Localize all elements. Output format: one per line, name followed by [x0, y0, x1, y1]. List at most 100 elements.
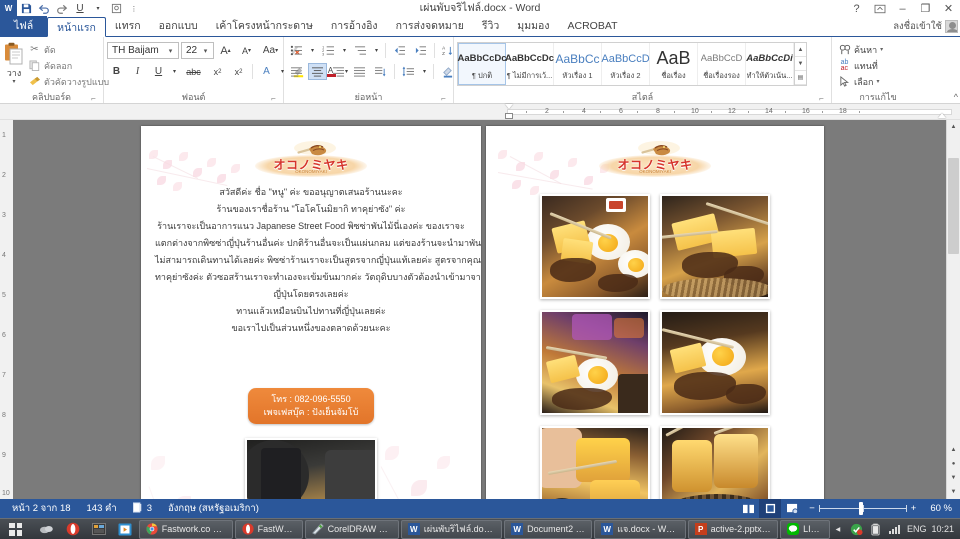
tab-file[interactable]: ไฟล์: [0, 16, 48, 36]
shrink-font-button[interactable]: A ▾: [237, 42, 256, 59]
change-case-button[interactable]: Aa ▾: [258, 42, 283, 59]
battery-icon[interactable]: [869, 522, 883, 536]
chevron-down-icon[interactable]: ▾: [340, 42, 349, 59]
browse-object-icon[interactable]: ●: [947, 457, 960, 471]
taskbar-window-coreldraw[interactable]: CorelDRAW X...: [304, 519, 399, 539]
underline-button[interactable]: U: [149, 63, 168, 80]
tab-references[interactable]: การอ้างอิง: [322, 16, 387, 36]
undo-icon[interactable]: [35, 0, 53, 17]
zoom-slider[interactable]: − +: [803, 502, 922, 515]
font-name-combobox[interactable]: TH Baijam ▾: [107, 42, 179, 59]
select-button[interactable]: เลือก ▾: [835, 74, 886, 89]
replace-button[interactable]: ab ac แทนที่: [835, 58, 886, 73]
chevron-down-icon[interactable]: ▾: [308, 42, 317, 59]
taskbar-window-line[interactable]: LINE: [780, 519, 830, 539]
page2-photo[interactable]: [540, 194, 650, 299]
tab-page-layout[interactable]: เค้าโครงหน้ากระดาษ: [207, 16, 322, 36]
customize-qat-icon[interactable]: ⋮: [125, 0, 143, 17]
paragraph-dialog-launcher[interactable]: ⌐: [439, 93, 448, 103]
scroll-up-icon[interactable]: ▲: [947, 120, 960, 134]
align-left-icon[interactable]: [287, 63, 306, 80]
chevron-down-icon[interactable]: ▾: [89, 0, 107, 17]
multilevel-list-icon[interactable]: [351, 42, 370, 59]
document-page-1[interactable]: オコノミヤキ OKONOMIYAKI สวัสดีค่ะ ชื่อ "หนู" …: [141, 126, 481, 499]
vertical-ruler[interactable]: 1 2 3 4 5 6 7 8 9 10 11: [0, 120, 13, 499]
document-page-2[interactable]: オコノミヤキ OKONOMIYAKI: [486, 126, 824, 499]
style-item-normal[interactable]: AaBbCcDc ¶ ปกติ: [457, 43, 507, 85]
restore-button[interactable]: ❐: [914, 0, 937, 17]
scrollbar-thumb[interactable]: [948, 158, 959, 254]
minimize-button[interactable]: –: [891, 0, 914, 17]
read-mode-icon[interactable]: [737, 499, 759, 518]
language-indicator[interactable]: อังกฤษ (สหรัฐอเมริกา): [160, 501, 267, 516]
page2-photo[interactable]: [660, 310, 770, 415]
tab-home[interactable]: หน้าแรก: [47, 17, 106, 37]
decrease-indent-icon[interactable]: [390, 42, 409, 59]
zoom-thumb[interactable]: [858, 502, 863, 515]
opera-icon[interactable]: [60, 519, 86, 539]
styles-dialog-launcher[interactable]: ⌐: [817, 93, 826, 103]
tab-insert[interactable]: แทรก: [106, 16, 150, 36]
zoom-track[interactable]: [818, 502, 907, 515]
left-indent-marker[interactable]: [505, 113, 513, 119]
text-effects-button[interactable]: A: [257, 63, 276, 80]
tab-acrobat[interactable]: ACROBAT: [559, 16, 627, 36]
bold-button[interactable]: B: [107, 63, 126, 80]
chevron-down-icon[interactable]: ▾: [170, 63, 179, 80]
tray-expand-icon[interactable]: ◀: [831, 522, 845, 536]
player-icon[interactable]: [112, 519, 138, 539]
chevron-down-icon[interactable]: ▾: [372, 42, 381, 59]
page2-photo[interactable]: [660, 426, 770, 499]
styles-more-icon[interactable]: ▤: [795, 71, 806, 85]
print-layout-icon[interactable]: [759, 499, 782, 518]
cut-button[interactable]: ✂ ตัด: [25, 42, 112, 57]
page2-photo[interactable]: [540, 426, 650, 499]
strikethrough-button[interactable]: abc: [181, 63, 206, 80]
justify-icon[interactable]: [350, 63, 369, 80]
styles-scroll-up-icon[interactable]: ▲: [795, 43, 806, 57]
italic-button[interactable]: I: [128, 63, 147, 80]
align-right-icon[interactable]: [329, 63, 348, 80]
superscript-button[interactable]: x2: [229, 63, 248, 80]
help-button[interactable]: ?: [845, 0, 868, 17]
language-indicator[interactable]: ENG: [907, 524, 927, 534]
redo-icon[interactable]: [53, 0, 71, 17]
chevron-down-icon[interactable]: ▾: [880, 46, 883, 53]
scrollbar-track[interactable]: [947, 134, 960, 443]
cloud-icon[interactable]: [34, 519, 60, 539]
subscript-button[interactable]: x2: [208, 63, 227, 80]
chevron-down-icon[interactable]: ▾: [876, 78, 879, 85]
paste-button[interactable]: วาง ▾: [3, 41, 25, 85]
taskbar-window-fastwork[interactable]: FastWork: [234, 519, 303, 539]
copy-button[interactable]: คัดลอก: [25, 58, 112, 73]
tab-design[interactable]: ออกแบบ: [150, 16, 207, 36]
avatar[interactable]: [945, 20, 958, 33]
chevron-down-icon[interactable]: ▾: [200, 47, 211, 55]
grow-font-button[interactable]: A ▴: [216, 42, 235, 59]
find-button[interactable]: ค้นหา ▾: [835, 42, 886, 57]
page-indicator[interactable]: หน้า 2 จาก 18: [4, 501, 79, 516]
taskbar-window-brochure-docx[interactable]: W เผ่นพับริไฟล์.doc...: [400, 519, 503, 539]
word-count[interactable]: 143 คำ: [79, 501, 125, 516]
chevron-down-icon[interactable]: ▾: [420, 63, 429, 80]
taskbar-window-fastwork-co[interactable]: Fastwork.co แ...: [138, 519, 233, 539]
save-icon[interactable]: [17, 0, 35, 17]
style-item-subtitle[interactable]: AaBbCcD ชื่อเรื่องรอง: [698, 43, 746, 85]
bullet-list-icon[interactable]: [287, 42, 306, 59]
contact-callout-box[interactable]: โทร : 082-096-5550 เพจเฟสบุ๊ค : ปังเย็นจ…: [248, 388, 374, 424]
chevron-down-icon[interactable]: ▾: [165, 47, 176, 55]
clipboard-dialog-launcher[interactable]: ⌐: [89, 93, 98, 103]
tab-view[interactable]: มุมมอง: [508, 16, 558, 36]
style-item-emphasis[interactable]: AaBbCcDi ทำให้ตัวเน้น...: [746, 43, 794, 85]
line-spacing-icon[interactable]: [399, 63, 418, 80]
signal-bars-icon[interactable]: [888, 522, 902, 536]
style-item-heading-1[interactable]: AaBbCc หัวเรื่อง 1: [554, 43, 602, 85]
chevron-down-icon[interactable]: ▾: [12, 79, 15, 85]
format-painter-button[interactable]: ตัวคัดวางรูปแบบ: [25, 74, 112, 89]
right-indent-marker[interactable]: [938, 113, 946, 118]
next-page-icon[interactable]: ▼: [947, 471, 960, 485]
close-button[interactable]: ✕: [937, 0, 960, 17]
increase-indent-icon[interactable]: [411, 42, 430, 59]
font-size-combobox[interactable]: 22 ▾: [181, 42, 214, 59]
previous-page-icon[interactable]: ▲: [947, 443, 960, 457]
